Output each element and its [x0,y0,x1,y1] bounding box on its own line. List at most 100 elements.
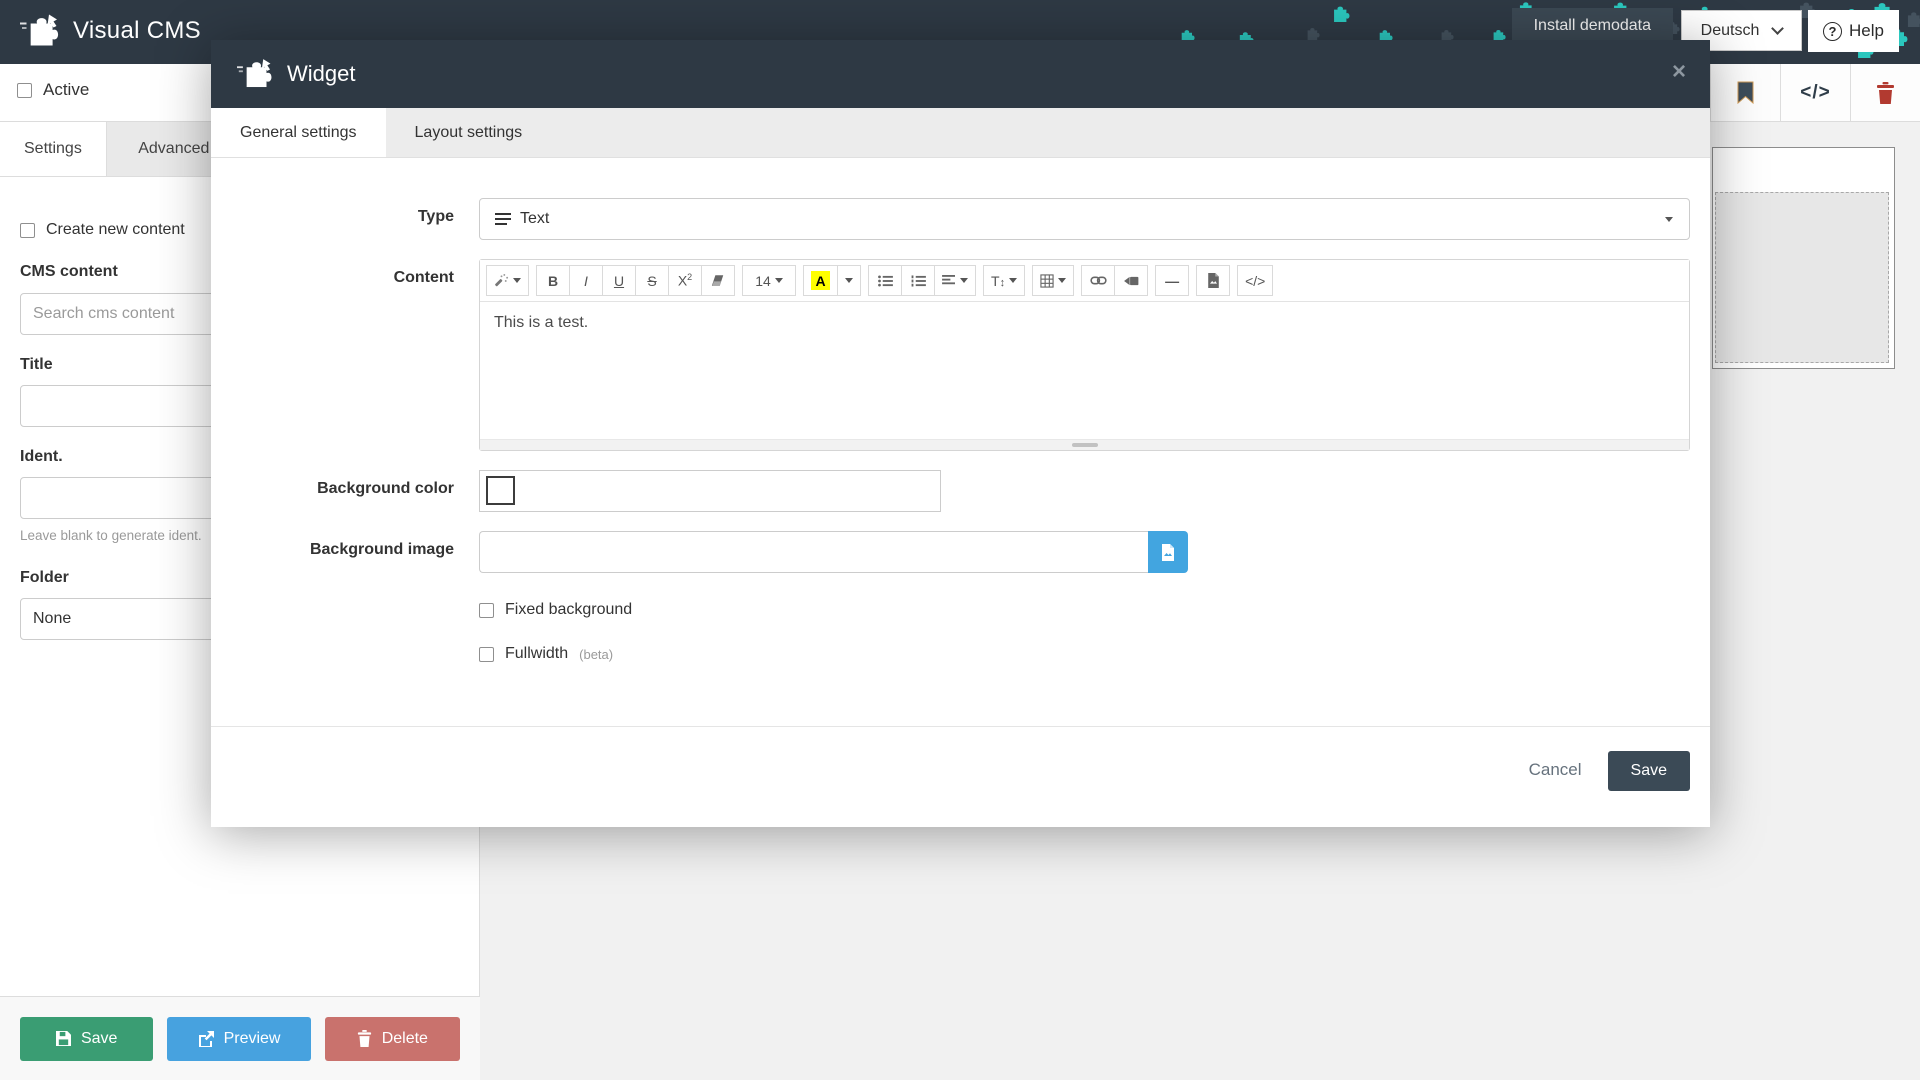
close-icon[interactable]: × [1672,60,1686,84]
type-select[interactable]: Text [479,198,1690,240]
chevron-down-icon [774,278,783,283]
type-label: Type [417,208,454,225]
strike-glyph: S [647,272,657,289]
active-label: Active [43,80,90,99]
save-label: Save [80,1029,118,1047]
bookmark-icon [1737,81,1754,104]
modal-title: Widget [287,61,356,86]
trash-icon [1877,81,1894,104]
widget-modal: Widget × General settings Layout setting… [211,40,1710,827]
video-icon [1124,276,1139,285]
chevron-down-icon [960,278,968,283]
table-icon [1040,273,1054,288]
delete-label: Delete [381,1029,428,1047]
create-new-content-checkbox[interactable] [20,222,35,238]
widget-placeholder-area[interactable] [1715,192,1889,363]
magic-wand-icon [495,273,509,287]
font-size-dropdown[interactable]: 14 [742,265,796,296]
folder-value: None [33,610,72,627]
horizontal-rule-button[interactable]: — [1155,265,1190,296]
modal-save-button[interactable]: Save [1607,751,1690,791]
widget-puzzle-icon [237,59,272,88]
underline-glyph: U [613,272,625,289]
font-size-value: 14 [755,272,771,289]
bold-glyph: B [547,272,559,289]
preview-button[interactable]: Preview [167,1016,311,1061]
editor-resize-bar[interactable] [480,439,1689,450]
code-view-button[interactable]: </> [1237,265,1274,296]
fullwidth-label: Fullwidth [505,645,569,662]
question-mark-icon: ? [1823,21,1843,41]
link-button[interactable] [1081,265,1116,296]
link-icon [1089,276,1107,285]
bullet-list-icon [877,274,893,287]
modal-tabs: General settings Layout settings [211,108,1710,158]
editor-content-area[interactable]: This is a test. [480,302,1689,439]
style-dropdown-button[interactable] [486,265,529,296]
italic-glyph: I [584,272,588,289]
tab-settings[interactable]: Settings [0,122,106,176]
fullwidth-row: Fullwidth (beta) [479,645,1690,663]
align-icon [942,274,955,284]
sidebar-footer: Save Preview Delete [0,996,480,1080]
browse-image-button[interactable] [1148,531,1188,573]
superscript-button[interactable]: X2 [668,265,702,296]
resize-grip-icon [1071,443,1098,447]
trash-icon [357,1030,371,1047]
chevron-down-icon [1058,278,1067,283]
active-checkbox[interactable] [17,82,32,98]
beta-badge: (beta) [579,646,614,662]
line-height-icon: T↕ [991,272,1006,289]
clear-formatting-button[interactable] [701,265,735,296]
italic-button[interactable]: I [569,265,603,296]
help-button[interactable]: ? Help [1808,10,1899,52]
bold-button[interactable]: B [536,265,570,296]
type-value: Text [520,210,550,227]
eraser-icon [711,275,724,286]
external-link-icon [198,1030,214,1047]
tab-general-settings[interactable]: General settings [211,108,386,157]
hr-icon: — [1165,272,1180,289]
ordered-list-button[interactable] [901,265,935,296]
background-color-label: Background color [317,480,454,497]
widget-modal-header: Widget × [211,40,1710,108]
content-label: Content [393,269,454,286]
fixed-background-row: Fixed background [479,601,1690,619]
preview-label: Preview [223,1029,281,1047]
background-color-input[interactable] [479,470,941,512]
fixed-background-checkbox[interactable] [479,602,494,618]
color-swatch[interactable] [486,476,515,505]
delete-page-button[interactable] [1850,64,1920,121]
paragraph-align-dropdown[interactable] [934,265,976,296]
text-color-caret-button[interactable] [837,265,861,296]
font-color-icon: A [811,271,830,290]
unordered-list-button[interactable] [868,265,902,296]
chevron-down-icon [1771,21,1785,35]
app-brand: Visual CMS [20,13,201,49]
fixed-background-label: Fixed background [505,601,633,618]
text-type-icon [495,210,511,228]
strikethrough-button[interactable]: S [635,265,669,296]
background-image-input[interactable] [479,531,1148,573]
bookmark-button[interactable] [1710,64,1780,121]
fullwidth-checkbox[interactable] [479,646,494,662]
cancel-button[interactable]: Cancel [1529,751,1582,780]
language-value: Deutsch [1700,21,1760,39]
video-button[interactable] [1114,265,1149,296]
tab-layout-settings[interactable]: Layout settings [386,108,552,157]
delete-button[interactable]: Delete [324,1016,460,1061]
rich-text-editor: B I U S X2 14 A T↕ — </> This is a test. [479,259,1690,451]
modal-footer: Cancel Save [211,726,1710,827]
picture-button[interactable] [1196,265,1231,296]
underline-button[interactable]: U [602,265,636,296]
create-new-content-label: Create new content [46,221,185,238]
app-title: Visual CMS [73,17,201,44]
line-height-dropdown[interactable]: T↕ [983,265,1026,296]
chevron-down-icon [513,278,521,283]
save-button[interactable]: Save [20,1016,154,1061]
table-dropdown[interactable] [1032,265,1075,296]
code-view-button[interactable]: </> [1780,64,1850,121]
chevron-down-icon [845,278,853,283]
text-color-button[interactable]: A [803,265,838,296]
superscript-glyph: X2 [677,272,693,289]
